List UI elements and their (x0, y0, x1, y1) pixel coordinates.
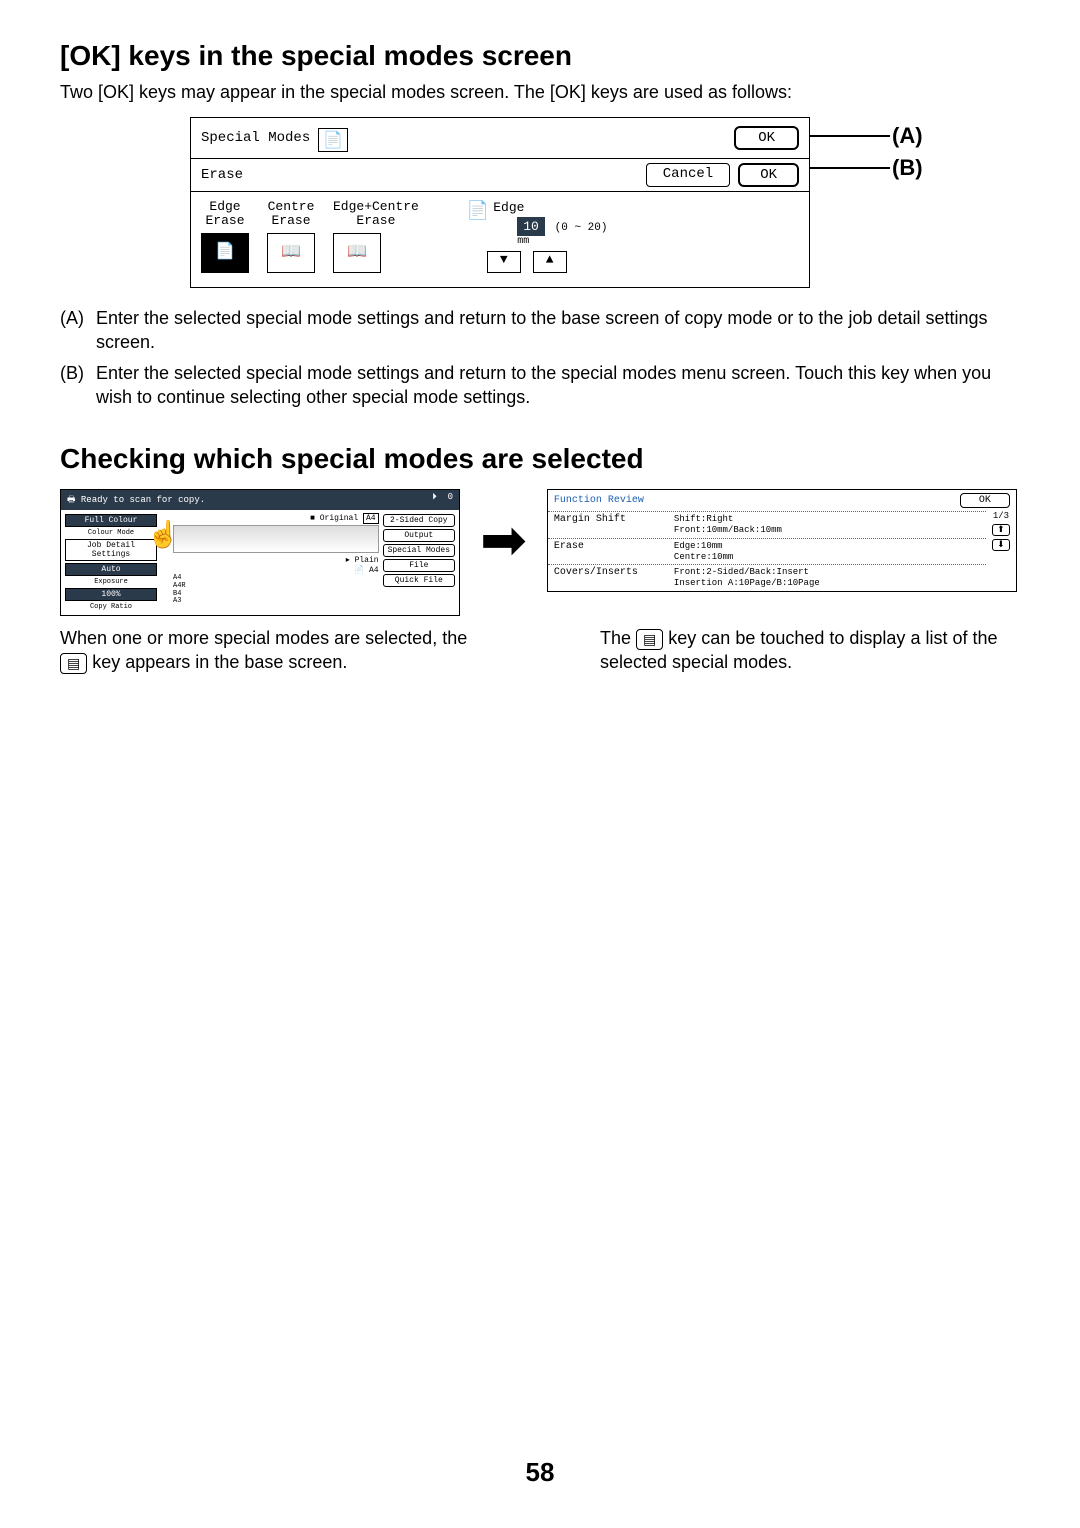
callout-b-label: (B) (892, 155, 923, 181)
edge-value-panel: 📄 Edge 10 (0 ~ 20) mm ▼ ▲ (467, 200, 608, 273)
colour-mode-sub: Colour Mode (65, 529, 157, 537)
row-detail: Edge:10mm Centre:10mm (674, 541, 980, 563)
paragraph-a-tag: (A) (60, 306, 96, 355)
centre-erase-label: Centre Erase (267, 200, 315, 229)
section2-heading: Checking which special modes are selecte… (60, 443, 1020, 475)
full-colour-button[interactable]: Full Colour (65, 514, 157, 527)
auto-button[interactable]: Auto (65, 563, 157, 576)
preview-area: ☝ ■ Original A4 ▸ Plain 📄 A4 A4 A4R B4 A… (161, 514, 379, 611)
tray-list: A4 A4R B4 A3 (173, 575, 379, 606)
two-sided-copy-button[interactable]: 2-Sided Copy (383, 514, 455, 527)
paragraph-b-tag: (B) (60, 361, 96, 410)
centre-erase-option[interactable]: Centre Erase 📖 (267, 200, 315, 273)
job-detail-button[interactable]: Job Detail Settings (65, 539, 157, 561)
paragraph-a: (A) Enter the selected special mode sett… (60, 306, 1020, 355)
special-modes-diagram: Special Modes 📄 OK Erase Cancel OK Edge … (190, 117, 1080, 288)
tray-icon: ⏵ (432, 492, 437, 502)
edge-value: 10 (517, 217, 545, 236)
row-detail: Front:2-Sided/Back:Insert Insertion A:10… (674, 567, 980, 589)
edgecentre-erase-option[interactable]: Edge+Centre Erase 📖 (333, 200, 419, 273)
page-number: 58 (0, 1457, 1080, 1488)
erase-label: Erase (201, 167, 243, 183)
edgecentre-erase-icon: 📖 (333, 233, 381, 273)
review-key-icon: ▤ (60, 653, 87, 674)
paragraph-b: (B) Enter the selected special mode sett… (60, 361, 1020, 410)
edge-erase-icon: 📄 (201, 233, 249, 273)
original-size: A4 (363, 513, 379, 524)
ok-button-a[interactable]: OK (734, 126, 799, 150)
row-label: Covers/Inserts (554, 567, 674, 578)
review-row-erase: Erase Edge:10mm Centre:10mm (548, 538, 986, 565)
section1-heading: [OK] keys in the special modes screen (60, 40, 1020, 72)
copy-count: 0 (448, 492, 453, 502)
review-row-margin-shift: Margin Shift Shift:Right Front:10mm/Back… (548, 511, 986, 538)
callout-line-b (810, 167, 890, 169)
callout-line-a (810, 135, 890, 137)
copy-base-screen: 🖶 Ready to scan for copy. ⏵ 0 Full Colou… (60, 489, 460, 616)
function-review-title: Function Review (554, 495, 644, 506)
caption-left-post: key appears in the base screen. (92, 652, 347, 672)
status-text: Ready to scan for copy. (81, 495, 205, 505)
paper-icon: 📄 (467, 200, 489, 222)
output-button[interactable]: Output (383, 529, 455, 542)
quick-file-button[interactable]: Quick File (383, 574, 455, 587)
edge-range: (0 ~ 20) (555, 222, 608, 234)
zoom-button[interactable]: 100% (65, 588, 157, 601)
paper-size: A4 (369, 566, 379, 575)
ok-button-b[interactable]: OK (738, 163, 799, 187)
review-key-icon: ▤ (636, 629, 663, 650)
edgecentre-erase-label: Edge+Centre Erase (333, 200, 419, 229)
review-row-covers: Covers/Inserts Front:2-Sided/Back:Insert… (548, 564, 986, 591)
paragraph-b-text: Enter the selected special mode settings… (96, 361, 1020, 410)
edge-unit: mm (517, 236, 607, 247)
centre-erase-icon: 📖 (267, 233, 315, 273)
arrow-right-icon: ➡ (480, 489, 527, 573)
row-label: Erase (554, 541, 674, 552)
printer-icon: 🖶 (67, 495, 76, 505)
cancel-button[interactable]: Cancel (646, 163, 730, 187)
section1-intro: Two [OK] keys may appear in the special … (60, 82, 1020, 103)
edge-erase-option[interactable]: Edge Erase 📄 (201, 200, 249, 273)
caption-left-pre: When one or more special modes are selec… (60, 628, 467, 648)
edge-value-label: Edge (493, 200, 607, 215)
caption-left: When one or more special modes are selec… (60, 626, 480, 675)
page-up-button[interactable]: ⬆ (992, 524, 1010, 536)
edge-decrease-button[interactable]: ▼ (487, 251, 521, 273)
paper-type: Plain (355, 556, 379, 565)
paragraph-a-text: Enter the selected special mode settings… (96, 306, 1020, 355)
edge-erase-label: Edge Erase (201, 200, 249, 229)
hand-pointer-icon: ☝ (147, 520, 179, 551)
special-modes-button[interactable]: Special Modes (383, 544, 455, 557)
function-review-ok-button[interactable]: OK (960, 493, 1010, 508)
edge-increase-button[interactable]: ▲ (533, 251, 567, 273)
copier-illustration (173, 525, 379, 553)
diagram-row: 🖶 Ready to scan for copy. ⏵ 0 Full Colou… (60, 489, 1020, 616)
file-button[interactable]: File (383, 559, 455, 572)
function-review-screen: Function Review OK Margin Shift Shift:Ri… (547, 489, 1017, 592)
page-indicator: 1/3 (993, 511, 1009, 521)
exposure-sub: Exposure (65, 578, 157, 586)
row-detail: Shift:Right Front:10mm/Back:10mm (674, 514, 980, 536)
caption-right-pre: The (600, 628, 636, 648)
row-label: Margin Shift (554, 514, 674, 525)
original-label: Original (320, 514, 358, 523)
copy-ratio-sub: Copy Ratio (65, 603, 157, 611)
panel-title: Special Modes (201, 130, 310, 146)
page-down-button[interactable]: ⬇ (992, 539, 1010, 551)
caption-right: The ▤ key can be touched to display a li… (600, 626, 1020, 675)
doc-icon: 📄 (318, 128, 348, 152)
callout-a-label: (A) (892, 123, 923, 149)
